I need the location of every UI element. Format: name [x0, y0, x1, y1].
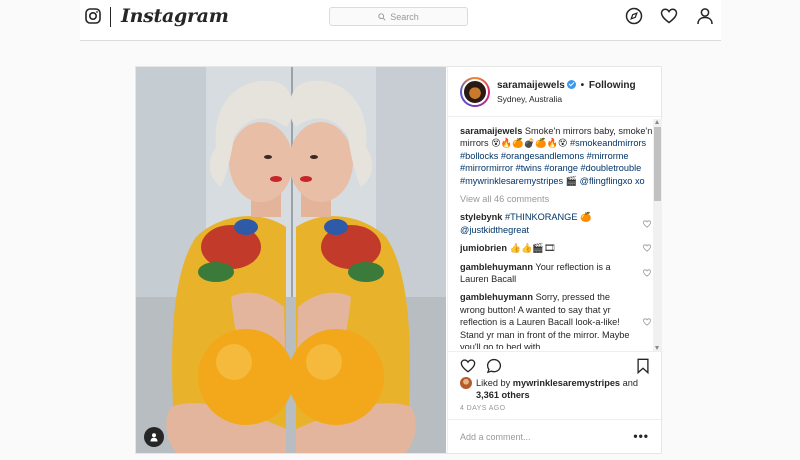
separator-dot: •	[580, 80, 585, 91]
search-icon	[378, 12, 386, 21]
comment-bubble-icon[interactable]	[486, 358, 502, 374]
comment-like-heart-icon[interactable]	[643, 318, 651, 327]
post-caption: saramaijewels Smoke'n mirrors baby, smok…	[460, 125, 653, 187]
list-item: gamblehuymann Sorry, pressed the wrong b…	[460, 291, 653, 349]
more-options-icon[interactable]: •••	[633, 430, 649, 442]
scroll-up-arrow-icon[interactable]	[655, 120, 659, 124]
view-all-comments-link[interactable]: View all 46 comments	[460, 193, 653, 205]
likes-summary: Liked by mywrinklesaremystripes and 3,36…	[460, 377, 655, 401]
post-location[interactable]: Sydney, Australia	[497, 94, 562, 104]
comment-username[interactable]: stylebynk	[460, 212, 502, 222]
caption-username[interactable]: saramaijewels	[460, 126, 522, 136]
logo-divider	[110, 7, 111, 27]
compass-icon[interactable]	[625, 7, 643, 25]
user-tag-icon	[150, 433, 158, 442]
avatar[interactable]	[460, 77, 490, 107]
comment-like-heart-icon[interactable]	[643, 220, 651, 228]
following-button[interactable]: Following	[589, 80, 636, 91]
instagram-wordmark[interactable]: Instagram	[121, 5, 229, 27]
comment-text: 👍👍🎬🎞	[509, 243, 556, 254]
list-item: gamblehuymann Your reflection is a Laure…	[460, 261, 653, 286]
heart-icon[interactable]	[660, 7, 678, 25]
person-icon[interactable]	[696, 7, 714, 25]
liker-avatar[interactable]	[460, 377, 472, 389]
add-comment-input[interactable]	[460, 429, 620, 445]
first-liker-username[interactable]: mywrinklesaremystripes	[513, 378, 620, 388]
post-photo[interactable]	[136, 67, 446, 453]
post-author-username[interactable]: saramaijewels	[497, 80, 565, 91]
post-photo-illustration	[136, 67, 446, 453]
scroll-down-arrow-icon[interactable]	[655, 346, 659, 350]
scrollbar-thumb[interactable]	[654, 127, 661, 201]
comment-text: #THINKORANGE 🍊	[504, 212, 592, 223]
post-author-row: saramaijewels • Following	[497, 80, 636, 91]
post-timestamp[interactable]: 4 DAYS AGO	[460, 405, 506, 412]
verified-badge-icon	[566, 80, 576, 89]
post-header: saramaijewels • Following Sydney, Austra…	[448, 67, 663, 117]
bookmark-icon[interactable]	[635, 358, 651, 374]
likes-others-link[interactable]: 3,361 others	[460, 389, 655, 401]
instagram-camera-icon[interactable]	[85, 8, 101, 24]
post-sidebar: saramaijewels • Following Sydney, Austra…	[447, 67, 663, 453]
like-heart-icon[interactable]	[460, 358, 476, 374]
post-card: saramaijewels • Following Sydney, Austra…	[135, 66, 663, 454]
comment-username[interactable]: gamblehuymann	[460, 292, 533, 302]
comments-scrollbar[interactable]	[653, 119, 662, 351]
comment-username[interactable]: gamblehuymann	[460, 262, 533, 272]
tagged-users-button[interactable]	[144, 427, 164, 447]
likes-conjunction: and	[622, 378, 638, 388]
comments-list[interactable]: saramaijewels Smoke'n mirrors baby, smok…	[460, 125, 653, 349]
search-placeholder: Search	[390, 11, 419, 22]
likes-prefix: Liked by	[476, 378, 511, 388]
list-item: stylebynk #THINKORANGE 🍊 @justkidthegrea…	[460, 211, 653, 236]
search-box[interactable]: Search	[329, 7, 468, 26]
comment-username[interactable]: jumiobrien	[460, 243, 507, 253]
comment-like-heart-icon[interactable]	[643, 244, 651, 253]
list-item: jumiobrien 👍👍🎬🎞	[460, 242, 653, 254]
comment-like-heart-icon[interactable]	[643, 269, 651, 277]
top-navigation-bar: Instagram Search	[80, 0, 721, 41]
comment-mention[interactable]: @justkidthegreat	[460, 225, 529, 235]
add-comment-bar: •••	[448, 419, 663, 453]
